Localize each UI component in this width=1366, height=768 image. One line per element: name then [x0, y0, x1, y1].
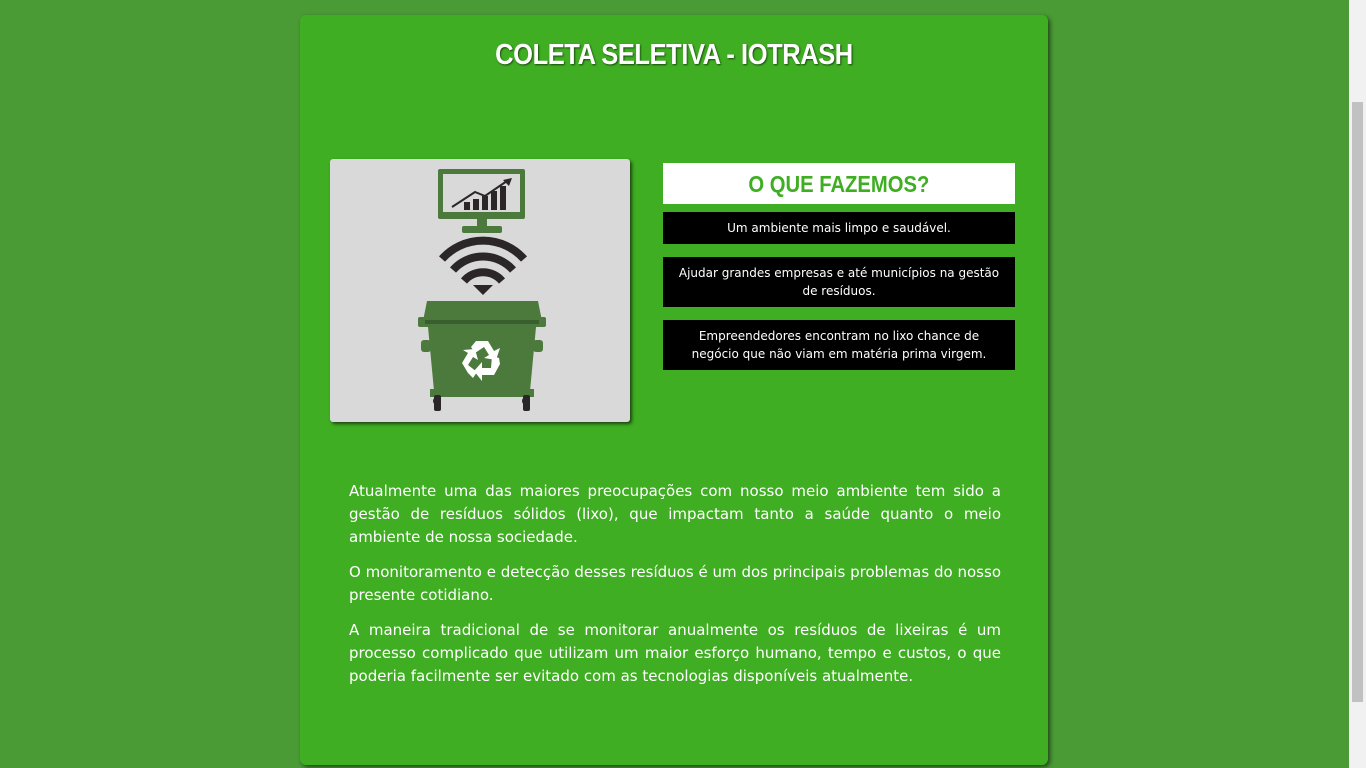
description-paragraph: Atualmente uma das maiores preocupações … — [349, 482, 1001, 546]
iot-illustration — [330, 159, 630, 422]
what-we-do-item: Empreendedores encontram no lixo chance … — [663, 320, 1015, 370]
wifi-icon — [439, 236, 527, 295]
scrollbar-thumb[interactable] — [1352, 102, 1363, 702]
description-section: Atualmente uma das maiores preocupações … — [349, 480, 1001, 700]
what-we-do-item: Um ambiente mais limpo e saudável. — [663, 212, 1015, 244]
main-card: COLETA SELETIVA - IOTRASH O QUE FAZEMOS?… — [300, 15, 1048, 765]
description-paragraph: A maneira tradicional de se monitorar an… — [349, 621, 1001, 685]
what-we-do-item: Ajudar grandes empresas e até municípios… — [663, 257, 1015, 307]
description-paragraph: O monitoramento e detecção desses resídu… — [349, 563, 1001, 604]
vertical-scrollbar[interactable] — [1349, 0, 1366, 768]
dumpster-recycle-icon — [418, 301, 546, 411]
page-title: COLETA SELETIVA - IOTRASH — [495, 39, 853, 71]
what-we-do-heading: O QUE FAZEMOS? — [663, 163, 1015, 204]
monitor-chart-icon — [438, 169, 525, 233]
